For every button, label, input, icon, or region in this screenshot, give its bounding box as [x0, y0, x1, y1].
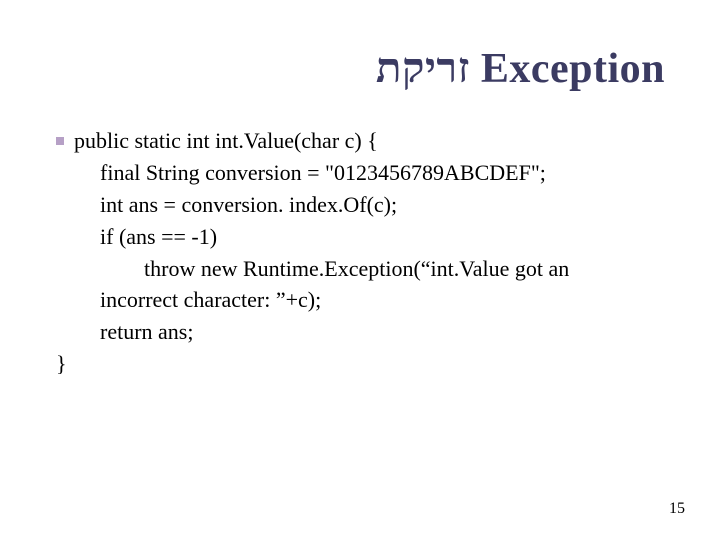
- code-block: public static int int.Value(char c) { fi…: [50, 125, 675, 380]
- slide: זריקת Exception public static int int.Va…: [0, 0, 720, 540]
- bullet-icon: [56, 137, 64, 145]
- code-line-signature: public static int int.Value(char c) {: [56, 125, 675, 157]
- code-text: public static int int.Value(char c) {: [74, 128, 378, 153]
- code-line-close: }: [56, 348, 675, 380]
- code-line: throw new Runtime.Exception(“int.Value g…: [56, 253, 675, 285]
- page-number: 15: [669, 500, 685, 518]
- slide-title: זריקת Exception: [50, 45, 675, 93]
- code-line: if (ans == -1): [56, 221, 675, 253]
- code-line: int ans = conversion. index.Of(c);: [56, 189, 675, 221]
- code-line: return ans;: [56, 316, 675, 348]
- code-line: final String conversion = "0123456789ABC…: [56, 157, 675, 189]
- code-line: incorrect character: ”+c);: [56, 284, 675, 316]
